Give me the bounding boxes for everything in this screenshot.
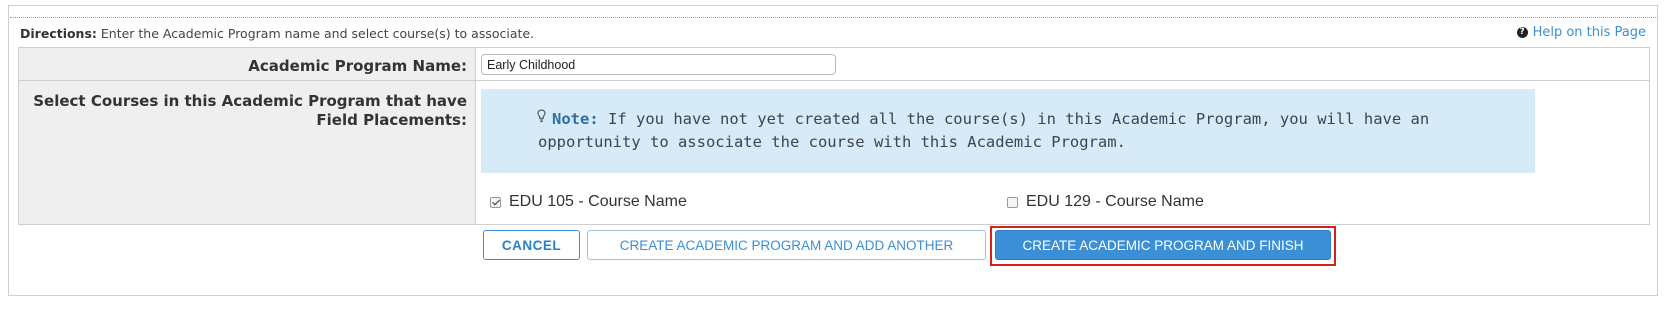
label-column: Academic Program Name: Select Courses in…	[19, 48, 476, 224]
create-and-finish-button[interactable]: CREATE ACADEMIC PROGRAM AND FINISH	[995, 230, 1331, 260]
note-box: Note: If you have not yet created all th…	[481, 89, 1535, 173]
cancel-button[interactable]: CANCEL	[483, 230, 580, 260]
question-circle-icon: ?	[1516, 27, 1528, 38]
create-and-add-another-button[interactable]: CREATE ACADEMIC PROGRAM AND ADD ANOTHER	[587, 230, 986, 260]
course-label-edu129: EDU 129 - Course Name	[1026, 193, 1204, 210]
note-text: Note: If you have not yet created all th…	[538, 108, 1488, 154]
note-label: Note:	[552, 110, 599, 128]
course-item-edu105[interactable]: EDU 105 - Course Name	[490, 193, 687, 211]
directions-text: Directions: Enter the Academic Program n…	[20, 26, 534, 41]
top-divider	[10, 17, 1658, 18]
help-link[interactable]: ? Help on this Page	[1516, 25, 1646, 40]
program-name-input[interactable]	[481, 54, 836, 75]
row-divider	[19, 80, 1649, 81]
course-label-edu105: EDU 105 - Course Name	[509, 193, 687, 210]
note-text-line1: If you have not yet created all the cour…	[598, 110, 1430, 128]
courses-label-line1: Select Courses in this Academic Program …	[33, 92, 467, 110]
directions-prefix: Directions:	[20, 26, 97, 41]
course-checkbox-edu129[interactable]	[1007, 196, 1018, 208]
note-text-line2: opportunity to associate the course with…	[538, 133, 1126, 151]
directions-body: Enter the Academic Program name and sele…	[96, 26, 535, 41]
course-item-edu129[interactable]: EDU 129 - Course Name	[1007, 193, 1204, 211]
help-link-label: Help on this Page	[1532, 25, 1646, 40]
courses-label-line2: Field Placements:	[316, 111, 467, 129]
course-checkbox-edu105[interactable]	[490, 196, 501, 208]
program-name-label: Academic Program Name:	[248, 57, 467, 75]
courses-label: Select Courses in this Academic Program …	[27, 92, 467, 130]
